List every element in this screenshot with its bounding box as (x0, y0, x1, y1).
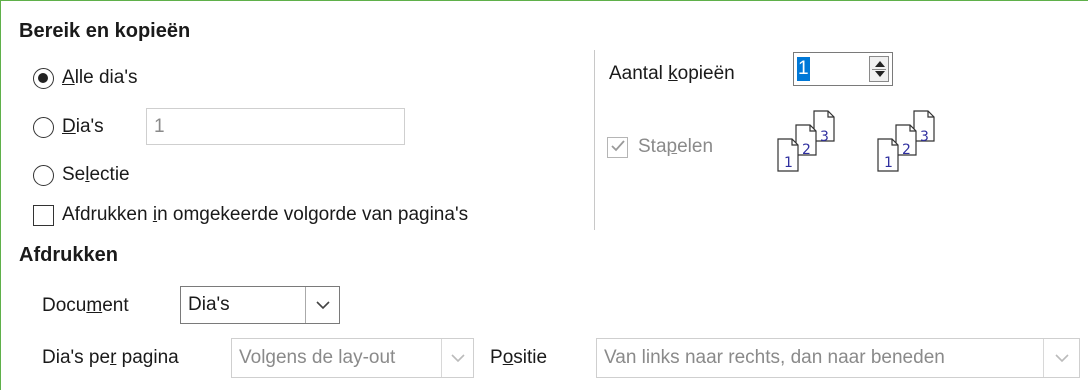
print-section-title: Afdrukken (19, 244, 118, 266)
stack-num: 1 (884, 155, 893, 171)
slides-range-input[interactable]: 1 (146, 108, 405, 145)
document-label: Document (42, 295, 129, 316)
radio-selection-indicator[interactable] (33, 165, 54, 186)
checkbox-collate-label[interactable]: Stapelen (638, 136, 713, 158)
slides-per-page-label: Dia's per pagina (42, 347, 179, 368)
slides-per-page-select[interactable]: Volgens de lay-out (231, 338, 474, 378)
copies-spin-buttons[interactable] (869, 56, 889, 82)
radio-all-slides-indicator[interactable] (33, 68, 54, 89)
radio-slides-label[interactable]: Dia's (62, 116, 104, 138)
spin-up-icon[interactable] (875, 61, 885, 67)
vertical-separator (594, 50, 595, 230)
radio-slides-indicator[interactable] (33, 117, 54, 138)
position-label: Positie (490, 347, 548, 368)
position-select[interactable]: Van links naar rechts, dan naar beneden (596, 338, 1080, 378)
stack-num: 3 (820, 129, 829, 145)
chevron-down-icon (315, 300, 330, 309)
spin-down-icon[interactable] (875, 71, 885, 77)
stack-num: 1 (784, 155, 793, 171)
copies-value[interactable]: 1 (797, 57, 810, 81)
document-select[interactable]: Dia's (180, 286, 340, 324)
stack-num: 2 (802, 142, 811, 158)
copies-spinbox[interactable]: 1 (793, 52, 893, 86)
check-icon (611, 140, 625, 152)
chevron-down-icon (450, 353, 465, 362)
stack-num: 2 (902, 142, 911, 158)
stack-num: 3 (920, 129, 929, 145)
chevron-down-icon (1054, 353, 1069, 362)
radio-selection-label[interactable]: Selectie (62, 164, 130, 186)
position-select-value: Van links naar rechts, dan naar beneden (604, 347, 945, 368)
checkbox-reverse-order-label[interactable]: Afdrukken in omgekeerde volgorde van pag… (62, 204, 468, 226)
slides-per-page-select-button[interactable] (441, 339, 473, 377)
document-select-button[interactable] (305, 287, 339, 323)
collate-stack-right: 1 2 3 (877, 110, 935, 172)
document-select-value: Dia's (188, 294, 230, 315)
position-select-button[interactable] (1043, 339, 1079, 377)
radio-all-slides-label[interactable]: Alle dia's (62, 67, 137, 89)
checkbox-collate-box[interactable] (607, 137, 628, 158)
copies-label: Aantal kopieën (609, 63, 735, 84)
dialog-frame (0, 0, 1088, 390)
collate-stacks-icon: 1 2 3 1 2 3 (777, 110, 935, 172)
checkbox-reverse-order-box[interactable] (33, 205, 54, 226)
range-section-title: Bereik en kopieën (19, 20, 191, 42)
collate-stack-left: 1 2 3 (777, 110, 835, 172)
slides-per-page-select-value: Volgens de lay-out (239, 347, 396, 368)
